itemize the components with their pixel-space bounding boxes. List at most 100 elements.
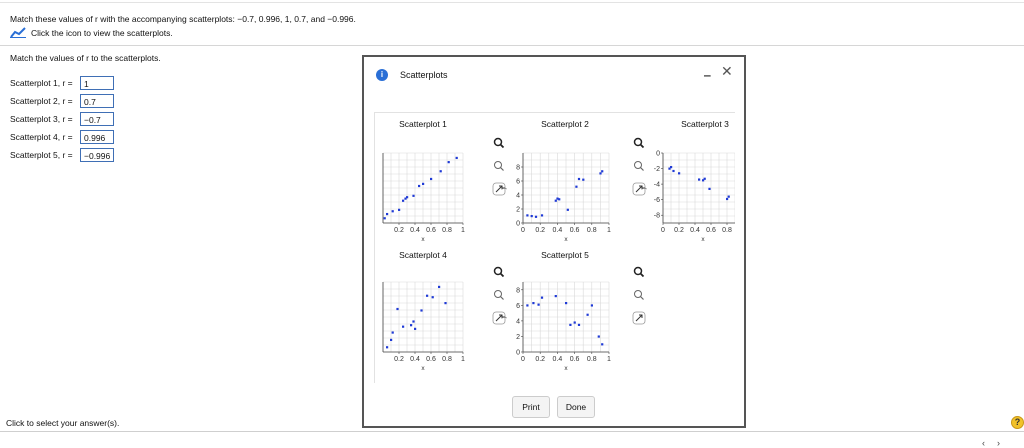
data-point <box>672 169 675 173</box>
plot-grid <box>522 281 610 353</box>
close-button[interactable]: ✕ <box>721 63 733 80</box>
zoom-in-icon[interactable] <box>633 266 645 278</box>
magnifier-lens <box>634 161 642 169</box>
x-tick-label: 0.8 <box>722 227 732 234</box>
answer-input[interactable]: −0.996 <box>80 148 115 162</box>
answer-input[interactable]: 0.996 <box>80 130 114 144</box>
plot-grid <box>522 152 610 224</box>
data-point <box>447 161 450 164</box>
data-point <box>412 194 415 197</box>
answer-label: Scatterplot 3, r = <box>10 114 73 124</box>
answer-row: Scatterplot 1, r = 1 <box>10 74 114 92</box>
data-point <box>391 210 394 213</box>
answer-row: Scatterplot 5, r = −0.996 <box>10 146 115 164</box>
scatterplot-title: Scatterplot 5 <box>541 250 589 260</box>
data-point <box>601 343 604 346</box>
y-axis-label: y <box>501 316 507 319</box>
data-point <box>569 323 572 326</box>
zoom-in-icon[interactable] <box>493 266 505 278</box>
scatterplot-link[interactable]: Click the icon to view the scatterplots. <box>10 27 173 38</box>
y-tick-label: -6 <box>654 197 660 204</box>
answer-input[interactable]: 1 <box>80 76 114 90</box>
y-tick-label: 8 <box>516 287 520 294</box>
data-point <box>599 172 602 175</box>
data-point <box>698 178 701 181</box>
y-tick-label: 2 <box>516 207 520 214</box>
plot-grid <box>382 281 464 353</box>
x-tick-label: 1 <box>607 356 611 363</box>
done-button[interactable]: Done <box>557 396 595 418</box>
x-tick-label: 0.2 <box>535 227 545 234</box>
data-point <box>430 177 433 181</box>
y-axis-label: y <box>501 187 507 190</box>
data-point <box>554 199 557 202</box>
status-text: Click to select your answer(s). <box>6 418 120 428</box>
answer-label: Scatterplot 4, r = <box>10 132 73 142</box>
zoom-in-icon[interactable] <box>493 137 505 149</box>
data-point <box>402 199 405 202</box>
magnifier-handle <box>499 143 505 149</box>
zoom-out-icon[interactable] <box>494 290 504 300</box>
data-point <box>565 302 568 305</box>
magnifier-handle <box>499 272 505 278</box>
x-tick-label: 1 <box>607 227 611 234</box>
x-axis-label: x <box>421 365 425 372</box>
x-tick-label: 0.6 <box>426 356 436 363</box>
magnifier-lens <box>493 266 503 276</box>
data-point <box>577 177 581 181</box>
y-tick-label: 0 <box>656 151 660 158</box>
data-point <box>438 285 441 289</box>
data-point <box>582 178 585 181</box>
hint-text[interactable]: Click the icon to view the scatterplots. <box>31 28 173 38</box>
x-tick-label: 1 <box>461 356 465 363</box>
data-point <box>418 184 421 188</box>
section-divider <box>0 45 1024 46</box>
x-axis-label: x <box>564 365 568 372</box>
data-point <box>540 214 544 217</box>
answer-input[interactable]: 0.7 <box>80 94 114 108</box>
magnifier-handle <box>500 296 504 300</box>
zoom-out-icon[interactable] <box>494 161 504 171</box>
data-point <box>566 208 569 211</box>
x-axis-label: x <box>421 236 425 243</box>
x-tick-label: 0.8 <box>587 356 597 363</box>
help-button[interactable]: ? <box>1011 416 1024 429</box>
popout-icon[interactable] <box>632 311 646 325</box>
x-tick-label: 0.6 <box>706 227 716 234</box>
magnifier-lens <box>633 266 643 276</box>
info-icon: i <box>376 69 388 81</box>
zoom-out-icon[interactable] <box>634 161 644 171</box>
data-point <box>396 307 399 311</box>
data-point <box>597 335 600 338</box>
print-button[interactable]: Print <box>512 396 550 418</box>
x-tick-label: 0.2 <box>394 356 404 363</box>
bottom-divider <box>0 431 1024 432</box>
y-tick-label: 8 <box>516 165 520 172</box>
plot-grid <box>662 152 735 224</box>
magnifier-lens <box>494 161 502 169</box>
prev-arrow-icon[interactable]: ‹ <box>982 438 997 448</box>
scatterplot-panel[interactable]: Scatterplot 1 0.2 0.4 0.6 0.8 1 x Scatterplot 2… <box>374 112 735 383</box>
data-point <box>386 346 389 349</box>
scatterplot-title: Scatterplot 4 <box>399 250 447 260</box>
next-arrow-icon[interactable]: › <box>997 438 1012 448</box>
data-point <box>398 208 401 211</box>
zoom-out-icon[interactable] <box>634 290 644 300</box>
scatterplots-svg: Scatterplot 1 0.2 0.4 0.6 0.8 1 x Scatterplot 2… <box>382 119 735 372</box>
x-tick-label: 0.6 <box>570 356 580 363</box>
scatterplot-title: Scatterplot 1 <box>399 119 447 129</box>
x-tick-label: 0.2 <box>674 227 684 234</box>
chart-icon[interactable] <box>10 27 26 38</box>
data-point <box>727 195 730 198</box>
minimize-button[interactable]: ‒ <box>704 69 711 81</box>
zoom-in-icon[interactable] <box>633 137 645 149</box>
answer-row: Scatterplot 4, r = 0.996 <box>10 128 114 146</box>
x-tick-label: 0.6 <box>570 227 580 234</box>
answer-input[interactable]: −0.7 <box>80 112 114 126</box>
y-tick-label: -2 <box>654 166 660 173</box>
answer-label: Scatterplot 2, r = <box>10 96 73 106</box>
answer-row: Scatterplot 2, r = 0.7 <box>10 92 114 110</box>
x-axis-label: x <box>564 236 568 243</box>
data-point <box>554 295 557 298</box>
magnifier-lens <box>634 290 642 298</box>
